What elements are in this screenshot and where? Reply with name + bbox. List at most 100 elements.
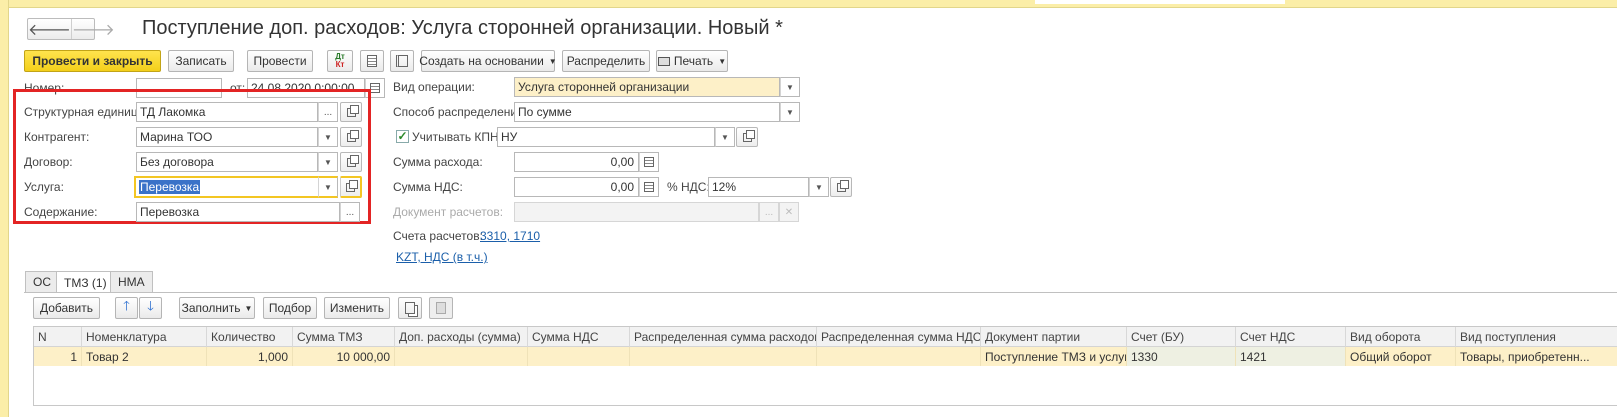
col-distributed-costs[interactable]: Распределенная сумма расходов [630,327,817,347]
col-batch-document[interactable]: Документ партии [981,327,1127,347]
cell-distributed-costs [630,347,817,366]
col-receipt-type[interactable]: Вид поступления [1456,327,1617,347]
col-n[interactable]: N [34,327,82,347]
col-nomenclature[interactable]: Номенклатура [82,327,207,347]
print-button[interactable]: Печать ▼ [656,50,728,72]
distribute-button[interactable]: Распределить [562,50,650,72]
sum-label: Сумма расхода: [393,155,483,169]
save-button[interactable]: Записать [168,50,234,72]
cell-account-vat: 1421 [1236,347,1346,366]
open-icon [346,104,359,117]
col-account-vat[interactable]: Счет НДС [1236,327,1346,347]
unit-field[interactable]: ТД Лакомка [136,102,318,122]
fill-button[interactable]: Заполнить ▼ [179,297,255,319]
ellipsis-icon: ... [323,106,333,118]
copy-button[interactable] [398,297,422,319]
content-label: Содержание: [24,205,98,219]
counterparty-dropdown[interactable]: ▼ [318,127,338,147]
dt-kt-button[interactable]: Дт Кт [327,50,353,72]
col-quantity[interactable]: Количество [207,327,293,347]
printer-icon [657,56,670,66]
kpn-field[interactable]: НУ [497,127,715,147]
distribution-dropdown[interactable]: ▼ [780,102,800,122]
contract-label: Договор: [24,155,73,169]
navigation-buttons: 🡐 🡒 [27,18,115,40]
tab-tmz[interactable]: ТМЗ (1) [56,271,115,293]
open-icon [346,179,358,192]
copy-icon [405,302,415,314]
ellipsis-icon: ... [345,206,355,218]
ellipsis-icon: ... [764,206,774,218]
open-icon [836,179,849,192]
top-search-field[interactable] [1035,0,1285,4]
add-button[interactable]: Добавить [33,297,100,319]
contract-field[interactable]: Без договора [136,152,318,172]
create-based-on-button[interactable]: Создать на основании ▼ [419,50,557,72]
vat-rate-field[interactable]: 12% [708,177,809,197]
unit-open-button[interactable] [340,102,362,122]
unit-select-button[interactable]: ... [318,102,338,122]
tab-os[interactable]: ОС [25,271,59,292]
vat-calculator-button[interactable] [639,177,659,197]
post-button[interactable]: Провести [247,50,313,72]
sum-calculator-button[interactable] [639,152,659,172]
move-down-button[interactable]: 🡓 [139,297,162,319]
col-turnover-type[interactable]: Вид оборота [1346,327,1456,347]
col-vat-sum[interactable]: Сумма НДС [528,327,630,347]
chevron-down-icon: ▼ [324,157,332,167]
operation-dropdown[interactable]: ▼ [780,77,800,97]
service-open-button[interactable] [340,176,362,198]
structure-button[interactable] [390,50,414,72]
accounts-link[interactable]: 3310, 1710 [480,229,540,243]
back-arrow-icon[interactable]: 🡐 [28,19,71,39]
vat-field[interactable]: 0,00 [514,177,639,197]
col-distributed-vat[interactable]: Распределенная сумма НДС [817,327,981,347]
kpn-dropdown[interactable]: ▼ [715,127,735,147]
cell-n: 1 [34,347,82,366]
move-up-button[interactable]: 🡑 [115,297,138,319]
contract-dropdown[interactable]: ▼ [318,152,338,172]
kpn-open-button[interactable] [736,127,758,147]
report-button[interactable] [360,50,384,72]
contract-open-button[interactable] [340,152,362,172]
change-button[interactable]: Изменить [324,297,390,319]
calculator-icon [644,157,654,167]
cell-receipt-type: Товары, приобретенн... [1460,349,1590,364]
settlement-doc-field [514,202,759,222]
content-select-button[interactable]: ... [340,202,360,222]
cell-turnover-type: Общий оборот [1346,347,1456,366]
cell-quantity: 1,000 [207,347,293,366]
service-field[interactable]: Перевозка [134,176,320,198]
service-value: Перевозка [139,180,201,194]
operation-field[interactable]: Услуга сторонней организации [514,77,780,97]
col-account-bu[interactable]: Счет (БУ) [1127,327,1236,347]
tmz-table: N Номенклатура Количество Сумма ТМЗ Доп.… [33,326,1617,406]
vat-rate-dropdown[interactable]: ▼ [809,177,829,197]
chevron-down-icon: ▼ [324,132,332,142]
counterparty-label: Контрагент: [24,130,90,144]
tab-divider [24,292,1617,293]
sum-field[interactable]: 0,00 [514,152,639,172]
service-dropdown[interactable]: ▼ [318,176,338,198]
distribution-field[interactable]: По сумме [514,102,780,122]
select-button[interactable]: Подбор [263,297,317,319]
distribution-label: Способ распределения: [393,105,527,119]
open-icon [742,129,755,142]
counterparty-field[interactable]: Марина ТОО [136,127,318,147]
chevron-down-icon: ▼ [786,82,794,92]
vat-rate-open-button[interactable] [830,177,852,197]
page-title: Поступление доп. расходов: Услуга сторон… [142,17,783,39]
settlement-doc-clear-button: ✕ [779,202,799,222]
counterparty-open-button[interactable] [340,127,362,147]
table-row[interactable]: 1 Товар 2 1,000 10 000,00 Поступление ТМ… [34,347,1617,366]
forward-arrow-icon[interactable]: 🡒 [70,19,115,39]
tab-nma[interactable]: НМА [110,271,153,292]
currency-link[interactable]: KZT, НДС (в т.ч.) [396,250,488,264]
content-field[interactable]: Перевозка [136,202,340,222]
kpn-checkbox[interactable]: ✓ [396,130,409,143]
col-extra-costs[interactable]: Доп. расходы (сумма) [395,327,528,347]
post-and-close-button[interactable]: Провести и закрыть [24,50,161,72]
col-sum-tmz[interactable]: Сумма ТМЗ [293,327,395,347]
vat-label: Сумма НДС: [393,180,463,194]
calculator-icon [644,182,654,192]
